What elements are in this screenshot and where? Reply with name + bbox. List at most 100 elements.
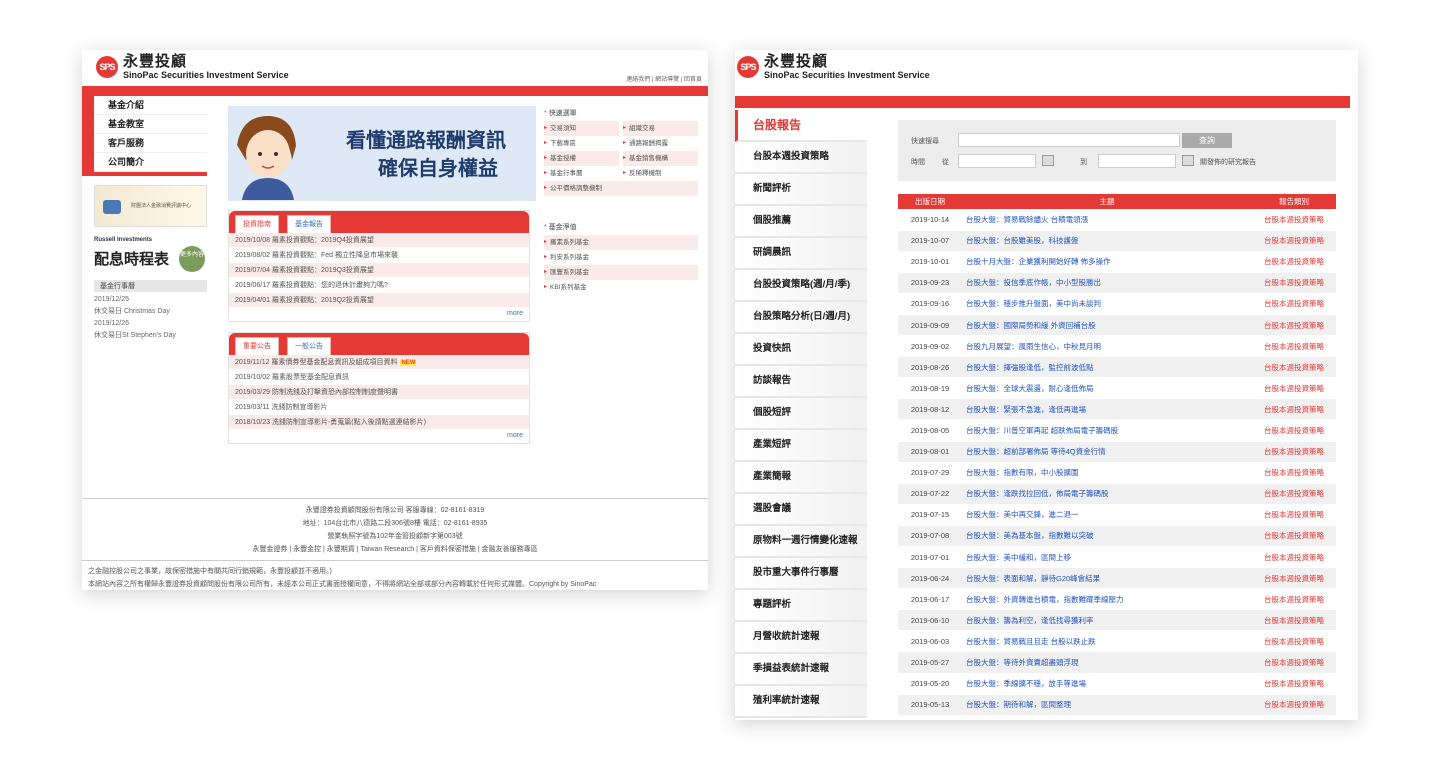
report-category-link[interactable]: 台股本週投資策略 <box>1252 525 1336 548</box>
nav-item[interactable]: 殖利率統計速報 <box>735 686 867 718</box>
promo-banner[interactable]: 看懂通路報酬資訊 確保自身權益 <box>228 106 536 201</box>
report-category-link[interactable]: 台股本週投資策略 <box>1252 335 1336 358</box>
nav-item[interactable]: 基金教室 <box>94 115 207 134</box>
report-category-link[interactable]: 台股本週投資策略 <box>1252 293 1336 315</box>
report-title-link[interactable]: 台股大盤：川普空軍再起 超跌佈局電子籌碼股 <box>962 419 1252 442</box>
report-category-link[interactable]: 台股本週投資策略 <box>1252 230 1336 252</box>
report-title-link[interactable]: 台股大盤：台股雖美股，科技護盤 <box>962 230 1252 252</box>
nav-item[interactable]: 專題評析 <box>735 590 867 622</box>
date-from-input[interactable] <box>958 154 1036 168</box>
quick-menu-item[interactable]: 反稀釋機制 <box>623 166 698 181</box>
report-title-link[interactable]: 台股大盤：美為基本盤，指數難以突破 <box>962 525 1252 548</box>
quick-menu-item[interactable]: 公平價格調整機制 <box>544 181 698 196</box>
list-item[interactable]: 2019/11/12 羅素債券型基金配息資訊及組成項目資料 NEW <box>229 355 529 370</box>
report-title-link[interactable]: 台股大盤：外資轉進台積電，指數難躍季線壓力 <box>962 588 1252 611</box>
report-title-link[interactable]: 台股大盤：穩步推升盤面，美中尚未談判 <box>962 293 1252 315</box>
nav-item[interactable]: 訪談報告 <box>735 366 867 398</box>
report-category-link[interactable]: 台股本週投資策略 <box>1252 567 1336 590</box>
list-item[interactable]: 2019/08/02 羅素投資觀點：Fed 獨立性降息市場來襲 <box>229 248 529 263</box>
nav-item[interactable]: 季損益表統計速報 <box>735 654 867 686</box>
dividend-schedule-banner[interactable]: Russell Investments 配息時程表 更多內容 <box>94 236 207 274</box>
report-category-link[interactable]: 台股本週投資策略 <box>1252 314 1336 337</box>
report-category-link[interactable]: 台股本週投資策略 <box>1252 462 1336 484</box>
more-link[interactable]: more <box>229 430 529 443</box>
report-category-link[interactable]: 台股本週投資策略 <box>1252 588 1336 611</box>
report-category-link[interactable]: 台股本週投資策略 <box>1252 209 1336 231</box>
list-item[interactable]: 2019/06/17 羅素投資觀點：您的退休計畫夠力嗎? <box>229 278 529 293</box>
quick-menu-item[interactable]: 通路報酬揭露 <box>623 136 698 151</box>
report-title-link[interactable]: 台股大盤：超前部署佈局 等待4Q資金行情 <box>962 441 1252 463</box>
tab-important-notice[interactable]: 重要公告 <box>235 337 279 355</box>
report-title-link[interactable]: 台股大盤：等待外資賣超盡頭浮現 <box>962 651 1252 674</box>
report-category-link[interactable]: 台股本週投資策略 <box>1252 673 1336 695</box>
date-to-input[interactable] <box>1098 154 1176 168</box>
nav-item[interactable]: 台股投資策略(週/月/季) <box>735 270 867 302</box>
nav-item[interactable]: 基金介紹 <box>94 96 207 115</box>
consumer-center-banner[interactable]: 財團法人金融消費評議中心 <box>94 185 207 227</box>
report-category-link[interactable]: 台股本週投資策略 <box>1252 504 1336 526</box>
report-title-link[interactable]: 台股大盤：表面和解，靜待G20峰會結果 <box>962 567 1252 590</box>
report-title-link[interactable]: 台股大盤：貿易戰且且走 台股以跌止跌 <box>962 630 1252 653</box>
nav-item[interactable]: 研調晨訊 <box>735 238 867 270</box>
nav-item[interactable]: 客戶服務 <box>94 134 207 153</box>
report-title-link[interactable]: 台股十月大盤：企業獲利開始好轉 佈多操作 <box>962 251 1252 273</box>
nav-item[interactable]: 產業短評 <box>735 430 867 462</box>
quick-menu-item[interactable]: 下載專區 <box>544 136 619 151</box>
nav-item[interactable]: 投資快訊 <box>735 334 867 366</box>
top-links[interactable]: 連絡我們 | 網站導覽 | 回首頁 <box>626 74 702 83</box>
report-category-link[interactable]: 台股本週投資策略 <box>1252 630 1336 653</box>
list-item[interactable]: 2019/04/01 羅素投資觀點：2019Q2投資展望 <box>229 293 529 308</box>
report-category-link[interactable]: 台股本週投資策略 <box>1252 356 1336 379</box>
fund-calendar-head[interactable]: 基金行事曆 <box>94 280 207 292</box>
report-title-link[interactable]: 台股大盤：投信季底作帳，中小型股勝出 <box>962 272 1252 294</box>
footer-links[interactable]: 永豐金證券 | 永豐金控 | 永豐期貨 | Taiwan Research | … <box>82 543 708 556</box>
calendar-icon[interactable] <box>1182 155 1194 166</box>
report-category-link[interactable]: 台股本週投資策略 <box>1252 272 1336 294</box>
report-category-link[interactable]: 台股本週投資策略 <box>1252 441 1336 463</box>
nav-heading[interactable]: 台股報告 <box>735 110 867 142</box>
list-item[interactable]: 2019/03/29 防制洗錢及打擊資恐內部控制制度聲明書 <box>229 385 529 400</box>
report-category-link[interactable]: 台股本週投資策略 <box>1252 398 1336 421</box>
quick-menu-item[interactable]: 基金銷售機構 <box>623 151 698 166</box>
tab-fund-report[interactable]: 基金報告 <box>287 215 331 233</box>
tab-investment-guide[interactable]: 投資指南 <box>235 215 279 233</box>
report-title-link[interactable]: 台股大盤：國際局勢和緩 外資回補台股 <box>962 314 1252 337</box>
report-category-link[interactable]: 台股本週投資策略 <box>1252 483 1336 505</box>
quick-menu-item[interactable]: 交易須知 <box>544 121 619 136</box>
report-category-link[interactable]: 台股本週投資策略 <box>1252 377 1336 400</box>
search-input[interactable] <box>958 133 1180 147</box>
list-item[interactable]: 2019/10/08 羅素投資觀點：2019Q4投資展望 <box>229 233 529 248</box>
calendar-icon[interactable] <box>1042 155 1054 166</box>
search-button[interactable]: 查詢 <box>1182 133 1232 148</box>
fund-series-link[interactable]: KBI系列基金 <box>544 280 698 295</box>
nav-item[interactable]: 台股策略分析(日/週/月) <box>735 302 867 334</box>
quick-menu-item[interactable]: 基金授權 <box>544 151 619 166</box>
brand-logo[interactable]: SPS 永豐投顧 SinoPac Securities Investment S… <box>96 54 289 80</box>
report-category-link[interactable]: 台股本週投資策略 <box>1252 694 1336 716</box>
report-title-link[interactable]: 台股大盤：全球大震盪，耐心逢低佈局 <box>962 377 1252 400</box>
nav-item[interactable]: 月營收統計速報 <box>735 622 867 654</box>
report-title-link[interactable]: 台股大盤：期待和解，區間整理 <box>962 694 1252 716</box>
list-item[interactable]: 2019/10/02 羅素股票型基金配息資訊 <box>229 370 529 385</box>
nav-item[interactable]: 股市重大事件行事曆 <box>735 558 867 590</box>
report-title-link[interactable]: 台股大盤：指數有限，中小股擴圍 <box>962 462 1252 484</box>
tab-general-notice[interactable]: 一般公告 <box>287 337 331 355</box>
report-title-link[interactable]: 台股大盤：逢跌找拉回低，佈局電子籌碼股 <box>962 483 1252 505</box>
fund-series-link[interactable]: 利安系列基金 <box>544 250 698 265</box>
report-title-link[interactable]: 台股大盤：緊張不急進，逢低再進場 <box>962 398 1252 421</box>
report-title-link[interactable]: 台股大盤：擇強股逢低，監控前波低點 <box>962 356 1252 379</box>
nav-item[interactable]: 選股會議 <box>735 494 867 526</box>
report-title-link[interactable]: 台股大盤：美中再交鋒，進二退一 <box>962 504 1252 526</box>
report-title-link[interactable]: 台股大盤：籌為利空，逢低找尋獲利率 <box>962 609 1252 632</box>
more-link[interactable]: more <box>229 308 529 321</box>
fund-series-link[interactable]: 匯豐系列基金 <box>544 265 698 280</box>
nav-item[interactable]: 公司簡介 <box>94 153 207 172</box>
brand-logo[interactable]: SPS 永豐投顧 SinoPac Securities Investment S… <box>737 54 930 80</box>
nav-item[interactable]: 新聞評析 <box>735 174 867 206</box>
nav-item[interactable]: 台股本週投資策略 <box>735 142 867 174</box>
report-category-link[interactable]: 台股本週投資策略 <box>1252 651 1336 674</box>
report-title-link[interactable]: 台股大盤：貿易戰餘燼火 台積電領漲 <box>962 209 1252 231</box>
nav-item[interactable]: 原物料一週行情變化速報 <box>735 526 867 558</box>
report-category-link[interactable]: 台股本週投資策略 <box>1252 251 1336 273</box>
report-category-link[interactable]: 台股本週投資策略 <box>1252 609 1336 632</box>
